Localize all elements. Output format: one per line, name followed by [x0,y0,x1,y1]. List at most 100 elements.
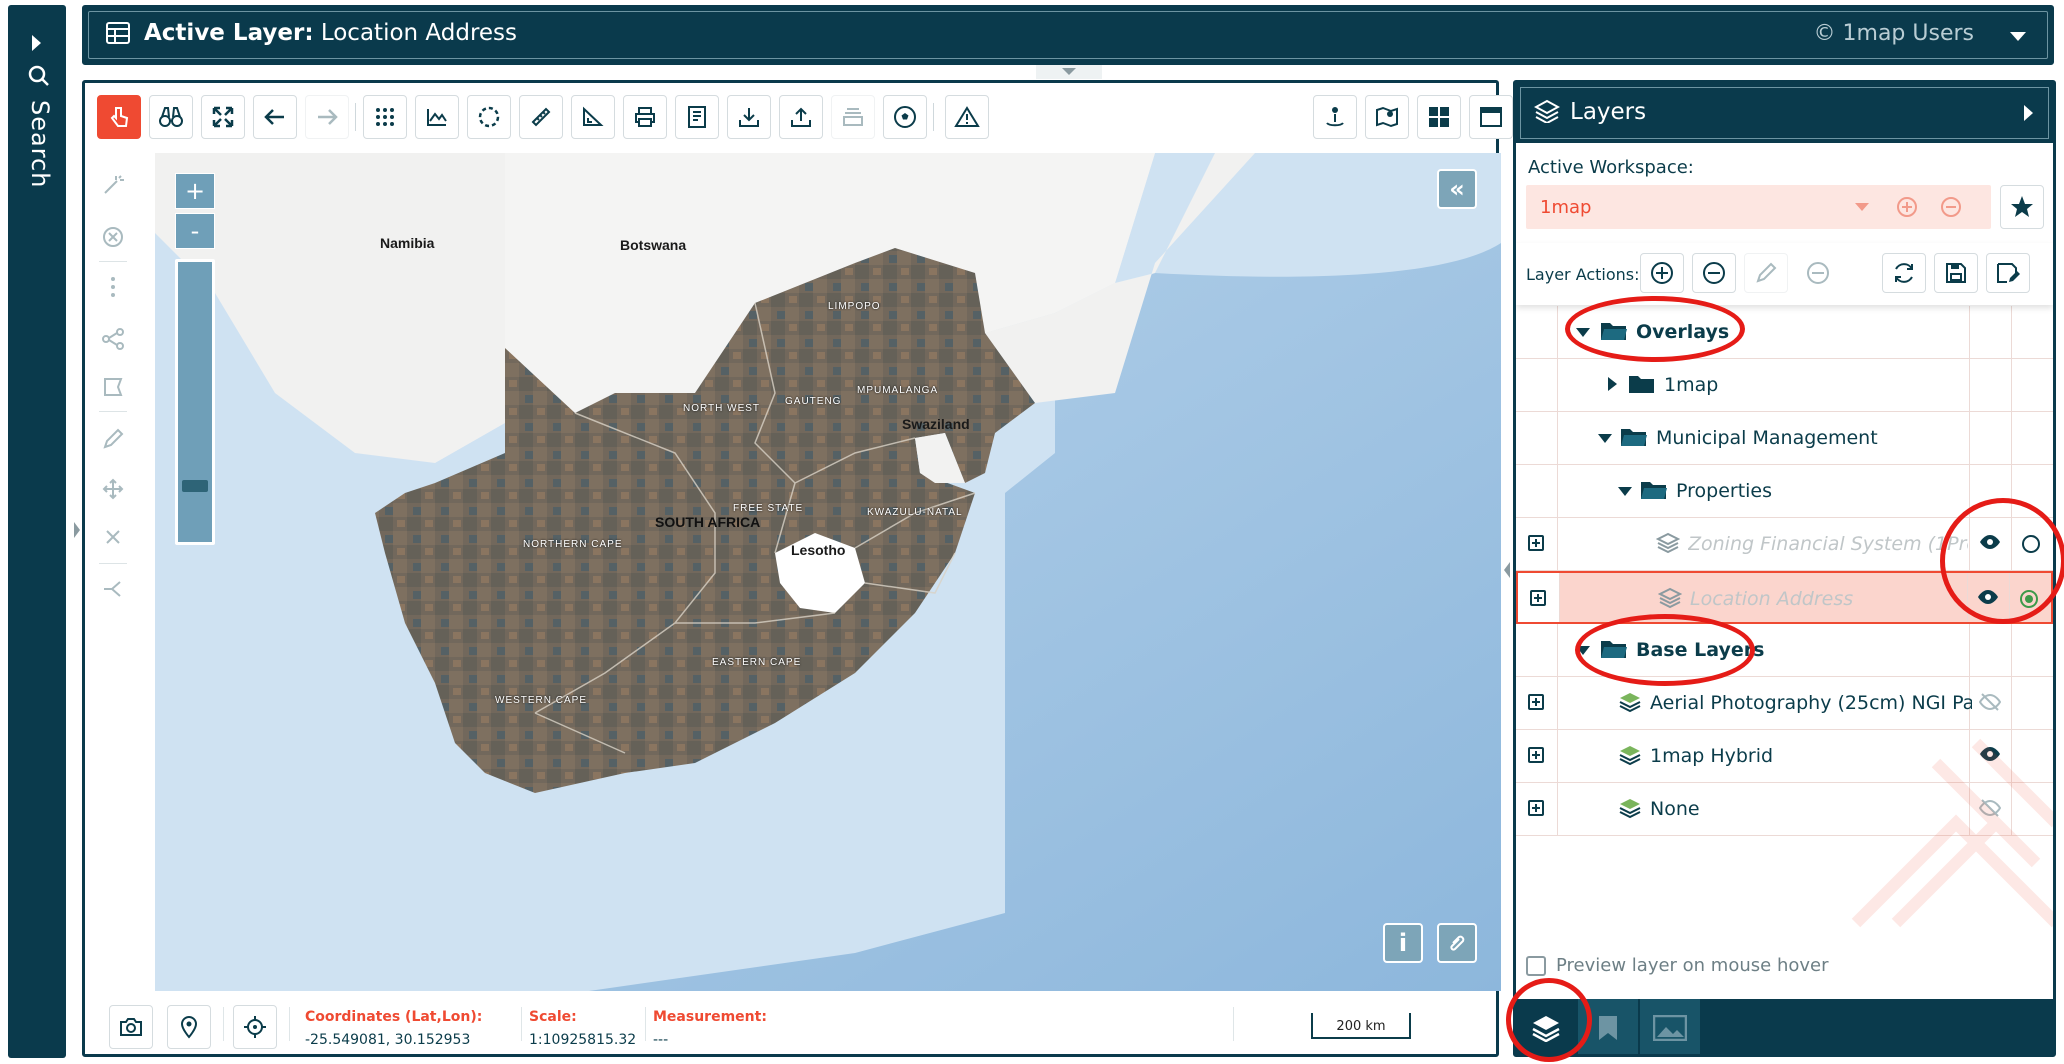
collapse-header-tab[interactable] [1036,65,1102,79]
layout-single-button[interactable] [1469,95,1513,139]
report-issue-button[interactable] [945,95,989,139]
right-panel-handle[interactable] [1502,560,1512,586]
document-icon [688,106,706,128]
refresh-layers-button[interactable] [1882,253,1926,293]
active-layer-header: Active Layer: Location Address © 1map Us… [82,5,2054,65]
measure-button[interactable] [519,95,563,139]
identify-tool-button[interactable] [149,95,193,139]
polygon-icon[interactable] [97,371,129,403]
decorative-pattern [1851,738,2053,928]
snapshot-button[interactable] [109,1005,153,1049]
crosshair-icon [244,1016,266,1038]
magic-wand-icon[interactable] [97,169,129,201]
expand-plus-icon[interactable] [1528,800,1544,816]
angle-measure-button[interactable] [571,95,615,139]
preview-checkbox[interactable] [1526,955,1546,976]
vertical-dots-icon[interactable] [97,271,129,303]
tab-bookmarks[interactable] [1578,999,1638,1054]
layer-stack-icon [1658,587,1682,609]
save-as-button[interactable] [1986,253,2030,293]
info-button[interactable]: i [1383,923,1423,963]
expand-arrow-icon[interactable] [32,35,41,51]
expand-plus-icon[interactable] [1528,535,1544,551]
favorite-workspace-button[interactable] [2000,185,2044,229]
expand-plus-icon[interactable] [1528,694,1544,710]
search-rail[interactable]: Search [8,5,66,1058]
left-panel-handle[interactable] [72,520,82,546]
active-layer-radio[interactable] [2020,590,2038,608]
collapse-arrow-icon[interactable] [2024,105,2033,121]
zoom-out-button[interactable]: - [175,213,215,249]
map-canvas[interactable]: Namibia Botswana LIMPOPO NORTH WEST GAUT… [155,153,1501,991]
tree-folder-municipal-management[interactable]: Municipal Management [1516,412,2053,465]
split-icon[interactable] [97,573,129,605]
pencil-icon[interactable] [97,423,129,455]
collapse-panel-button[interactable]: « [1437,169,1477,209]
remove-item-button[interactable] [1796,253,1840,293]
layout-grid-button[interactable] [1417,95,1461,139]
share-nodes-icon[interactable] [97,323,129,355]
caret-right-icon[interactable] [1608,377,1617,391]
forward-button[interactable] [305,95,349,139]
edit-layer-button[interactable] [1744,253,1788,293]
zoom-in-button[interactable]: + [175,173,215,209]
eye-icon[interactable] [1977,589,1999,605]
folder-open-icon [1601,323,1627,340]
ball-tool-button[interactable] [883,95,927,139]
active-layer-radio[interactable] [2022,535,2040,553]
upload-button[interactable] [779,95,823,139]
layer-actions-label: Layer Actions: [1526,265,1640,284]
tree-layer-zoning[interactable]: Zoning Financial System (1Prope [1516,518,2053,571]
back-button[interactable] [253,95,297,139]
full-extent-button[interactable] [201,95,245,139]
caret-down-icon[interactable] [1598,434,1612,443]
caret-down-icon[interactable] [1618,487,1632,496]
tab-layers[interactable] [1516,999,1576,1054]
expand-plus-icon[interactable] [1530,590,1546,606]
minus-circle-icon [1703,262,1725,284]
tab-gallery[interactable] [1640,999,1700,1054]
expand-plus-icon[interactable] [1528,747,1544,763]
crosshair-button[interactable] [233,1005,277,1049]
locate-button[interactable] [167,1005,211,1049]
save-button[interactable] [1934,253,1978,293]
map-label-northern-cape: NORTHERN CAPE [523,539,623,550]
eye-slash-icon[interactable] [1979,693,2001,711]
tree-layer-location-address[interactable]: Location Address [1516,571,2053,624]
zoom-slider-thumb[interactable] [182,480,208,492]
pointer-tool-button[interactable] [97,95,141,139]
circle-select-button[interactable] [467,95,511,139]
stack-button[interactable] [831,95,875,139]
soccer-ball-icon [894,106,916,128]
zoom-control: + - [175,173,215,545]
preview-hover-toggle[interactable]: Preview layer on mouse hover [1526,955,1829,976]
grid-tool-button[interactable] [363,95,407,139]
caret-down-icon[interactable] [1576,328,1590,337]
cancel-circle-icon[interactable] [97,221,129,253]
caret-down-icon[interactable] [1576,646,1590,655]
tree-folder-1map[interactable]: 1map [1516,359,2053,412]
workspace-select[interactable]: 1map [1526,185,1991,229]
chevron-down-icon[interactable] [1854,202,1870,212]
street-view-button[interactable] [1313,95,1357,139]
zoom-slider[interactable] [175,259,215,545]
eye-icon[interactable] [1979,534,2001,550]
tree-group-base-layers[interactable]: Base Layers [1516,624,2053,677]
report-button[interactable] [675,95,719,139]
tree-folder-properties[interactable]: Properties [1516,465,2053,518]
add-workspace-icon[interactable] [1896,196,1918,218]
minus-circle-icon [1807,262,1829,284]
chevron-down-icon[interactable] [2010,32,2026,41]
download-button[interactable] [727,95,771,139]
move-arrows-icon[interactable] [97,473,129,505]
remove-workspace-icon[interactable] [1940,196,1962,218]
map-marker-button[interactable] [1365,95,1409,139]
attachment-button[interactable] [1437,923,1477,963]
print-button[interactable] [623,95,667,139]
remove-layer-button[interactable] [1692,253,1736,293]
tree-group-overlays[interactable]: Overlays [1516,306,2053,359]
user-menu-label[interactable]: © 1map Users [1814,21,1974,46]
profile-tool-button[interactable] [415,95,459,139]
close-icon[interactable] [97,521,129,553]
add-layer-button[interactable] [1640,253,1684,293]
